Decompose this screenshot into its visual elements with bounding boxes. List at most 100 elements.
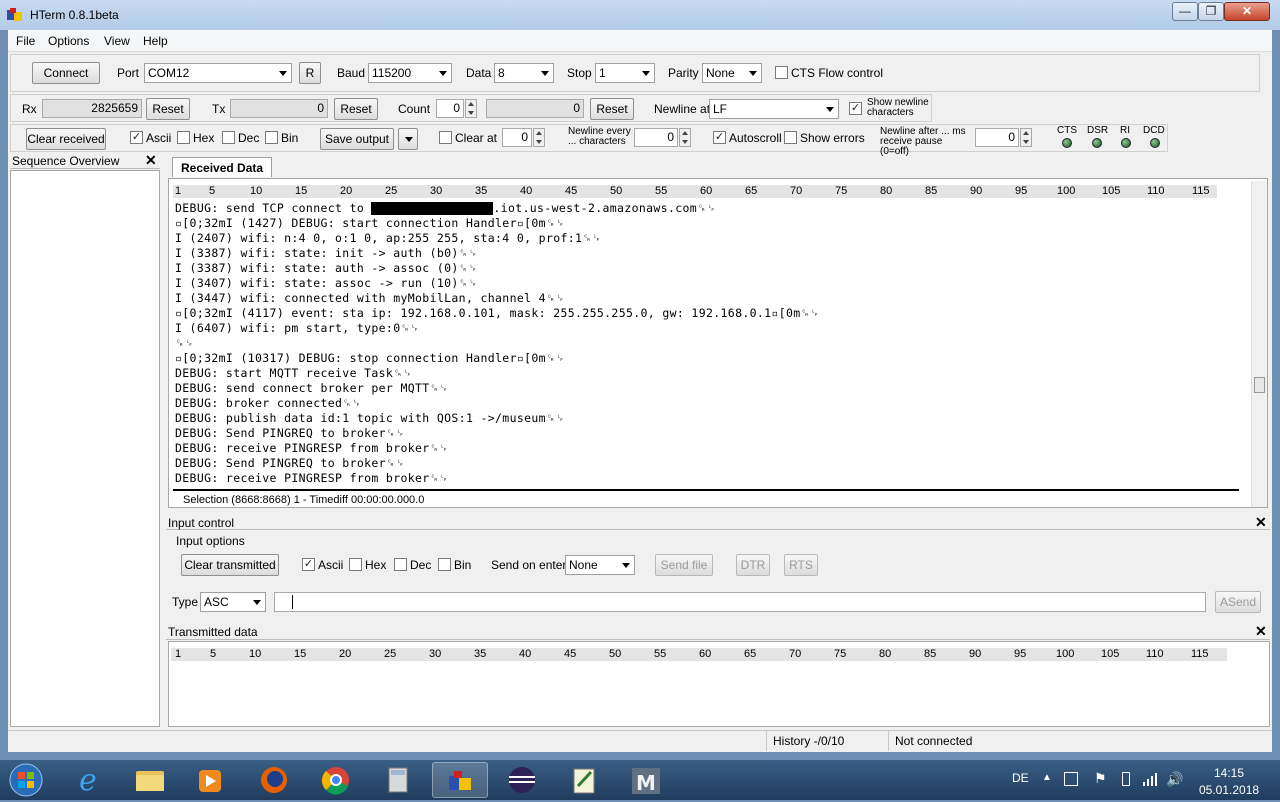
connect-button[interactable]: Connect [32, 62, 100, 84]
clear-received-button[interactable]: Clear received [26, 128, 106, 150]
count-input[interactable]: 0 [436, 99, 464, 118]
hterm-taskbar-icon[interactable] [432, 762, 488, 798]
tab-received-data[interactable]: Received Data [172, 157, 273, 177]
tray-expand-icon[interactable]: ▲ [1042, 772, 1052, 783]
menu-file[interactable]: File [16, 34, 35, 48]
save-output-dropdown[interactable] [398, 128, 418, 150]
start-button[interactable] [6, 762, 46, 798]
clear-at-input[interactable]: 0 [502, 128, 532, 147]
stop-bits-select[interactable]: 1 [595, 63, 655, 83]
tx-reset-button[interactable]: Reset [334, 98, 378, 120]
baud-value: 115200 [372, 66, 412, 80]
bin-checkbox[interactable] [265, 131, 278, 144]
input-control-close-icon[interactable]: ✕ [1255, 514, 1267, 531]
save-output-button[interactable]: Save output [320, 128, 394, 150]
sequence-overview-panel[interactable] [10, 170, 160, 727]
refresh-ports-button[interactable]: R [299, 62, 321, 84]
received-scrollbar-thumb[interactable] [1254, 377, 1265, 393]
maximize-button[interactable]: ❐ [1198, 2, 1224, 21]
send-file-button[interactable]: Send file [655, 554, 713, 576]
internet-explorer-icon[interactable]: e [62, 762, 118, 798]
title-bar[interactable] [0, 0, 1280, 30]
port-select[interactable]: COM12 [144, 63, 292, 83]
connection-status: Not connected [895, 734, 973, 748]
chrome-icon[interactable] [308, 762, 364, 798]
hex-checkbox[interactable] [177, 131, 190, 144]
count-reset-button[interactable]: Reset [590, 98, 634, 120]
tray-app-icon[interactable] [1064, 772, 1078, 786]
menu-help[interactable]: Help [143, 34, 168, 48]
app-icon [7, 8, 23, 22]
ruler-num: 60 [700, 185, 713, 197]
clear-transmitted-button[interactable]: Clear transmitted [181, 554, 279, 576]
transmitted-data-panel[interactable]: 1 5 10 15 20 25 30 35 40 45 50 55 60 65 … [168, 641, 1270, 727]
count-total-field: 0 [486, 99, 584, 118]
received-data-panel[interactable]: 1 5 10 15 20 25 30 35 40 45 50 55 60 65 … [168, 178, 1268, 508]
send-input[interactable] [274, 592, 1206, 612]
ascii-checkbox[interactable]: ✓ [130, 131, 143, 144]
ruler-num: 10 [250, 185, 263, 197]
dtr-button[interactable]: DTR [736, 554, 770, 576]
count-spinner[interactable] [465, 99, 477, 118]
parity-select[interactable]: None [702, 63, 762, 83]
newline-at-select[interactable]: LF [709, 99, 839, 119]
menu-options[interactable]: Options [48, 34, 89, 48]
notepad-icon[interactable] [556, 762, 612, 798]
battery-icon[interactable] [1122, 772, 1130, 786]
firefox-icon[interactable] [246, 762, 302, 798]
ri-led-icon [1121, 138, 1131, 148]
newline-after-spinner[interactable] [1020, 128, 1032, 147]
newline-every-input[interactable]: 0 [634, 128, 678, 147]
rts-button[interactable]: RTS [784, 554, 818, 576]
ruler-num: 75 [834, 648, 847, 660]
show-errors-checkbox[interactable] [784, 131, 797, 144]
input-hex-checkbox[interactable] [349, 558, 362, 571]
show-newline-checkbox[interactable]: ✓ [849, 102, 862, 115]
baud-select[interactable]: 115200 [368, 63, 452, 83]
dec-label: Dec [238, 131, 260, 145]
minimize-button[interactable]: — [1172, 2, 1198, 21]
calculator-icon[interactable] [370, 762, 426, 798]
input-ascii-checkbox[interactable]: ✓ [302, 558, 315, 571]
mqtt-client-icon[interactable]: M [618, 762, 674, 798]
input-dec-checkbox[interactable] [394, 558, 407, 571]
language-indicator[interactable]: DE [1012, 771, 1029, 785]
newline-after-input[interactable]: 0 [975, 128, 1019, 147]
svg-text:M: M [636, 771, 656, 795]
media-player-icon[interactable] [182, 762, 238, 798]
clock-date[interactable]: 05.01.2018 [1199, 783, 1259, 797]
clock-time[interactable]: 14:15 [1214, 766, 1244, 780]
eclipse-icon[interactable] [494, 762, 550, 798]
ruler-num: 5 [209, 185, 216, 197]
cts-flow-checkbox[interactable] [775, 66, 788, 79]
type-select[interactable]: ASC [200, 592, 266, 612]
file-explorer-icon[interactable] [122, 762, 178, 798]
volume-icon[interactable]: 🔊 [1166, 771, 1183, 788]
cts-led-icon [1062, 138, 1072, 148]
data-bits-select[interactable]: 8 [494, 63, 554, 83]
ruler-num: 20 [340, 185, 353, 197]
newline-every-spinner[interactable] [679, 128, 691, 147]
ruler-num: 1 [175, 648, 182, 660]
data-bits-value: 8 [498, 66, 505, 80]
transmitted-title: Transmitted data [168, 625, 258, 639]
rx-reset-button[interactable]: Reset [146, 98, 190, 120]
autoscroll-checkbox[interactable]: ✓ [713, 131, 726, 144]
received-scrollbar[interactable] [1251, 181, 1267, 507]
send-on-enter-select[interactable]: None [565, 555, 635, 575]
autoscroll-label: Autoscroll [729, 131, 782, 145]
clear-at-spinner[interactable] [533, 128, 545, 147]
input-bin-checkbox[interactable] [438, 558, 451, 571]
menu-view[interactable]: View [104, 34, 130, 48]
ruler-num: 40 [519, 648, 532, 660]
clear-at-checkbox[interactable] [439, 131, 452, 144]
close-button[interactable]: ✕ [1224, 2, 1270, 21]
network-icon[interactable] [1142, 772, 1158, 786]
sequence-overview-close-icon[interactable]: ✕ [145, 152, 157, 169]
ruler-num: 110 [1147, 185, 1165, 197]
dec-checkbox[interactable] [222, 131, 235, 144]
asend-button[interactable]: ASend [1215, 591, 1261, 613]
ruler-num: 65 [744, 648, 757, 660]
action-center-flag-icon[interactable]: ⚑ [1094, 770, 1107, 787]
transmitted-close-icon[interactable]: ✕ [1255, 623, 1267, 640]
